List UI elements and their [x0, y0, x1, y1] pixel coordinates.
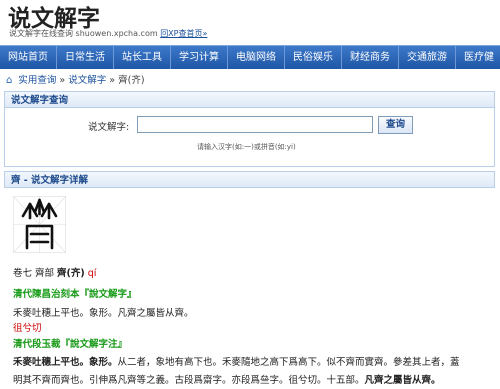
- main-nav: 网站首页 日常生活 站长工具 学习计算 电脑网络 民俗娱乐 财经商务 交通旅游 …: [0, 45, 500, 69]
- fanqie: 徂兮切: [13, 323, 42, 334]
- site-tagline: 说文解字在线查询 shuowen.xpcha.com 回XP查首页»: [9, 28, 207, 39]
- section-title-chen: 清代陳昌治刻本『說文解字』: [13, 289, 137, 300]
- volume-radical: 卷七 齊部: [13, 268, 58, 279]
- breadcrumb-root-link[interactable]: 实用查询: [18, 75, 56, 86]
- section-title-duan: 清代段玉裁『說文解字注』: [13, 339, 128, 350]
- tagline-text: 说文解字在线查询: [9, 29, 73, 38]
- nav-item-computer-network[interactable]: 电脑网络: [228, 46, 285, 69]
- search-label: 说文解字:: [88, 122, 130, 133]
- nav-item-daily-life[interactable]: 日常生活: [57, 46, 114, 69]
- tagline-url: shuowen.xpcha.com: [75, 29, 158, 38]
- detail-panel-title: 齊 - 说文解字详解: [4, 171, 495, 188]
- search-panel-title: 说文解字查询: [4, 91, 495, 108]
- breadcrumb-section-link[interactable]: 说文解字: [68, 75, 106, 86]
- character: 齊(齐): [57, 268, 85, 279]
- section-text-chen: 禾麥吐穗上平也。象形。凡齊之屬皆从齊。: [13, 308, 194, 319]
- breadcrumb-current: 齊(齐): [118, 75, 145, 86]
- nav-item-medical[interactable]: 医疗健: [456, 46, 500, 69]
- nav-item-home[interactable]: 网站首页: [0, 46, 57, 69]
- nav-item-traffic-travel[interactable]: 交通旅游: [399, 46, 456, 69]
- seal-script-image: [12, 195, 67, 254]
- back-home-link[interactable]: 回XP查首页»: [160, 29, 207, 38]
- breadcrumb: ⌂ 实用查询 » 说文解字 » 齊(齐): [6, 72, 145, 86]
- body-text: 明其不齊而齊也。引伸爲凡齊等之義。古段爲齋字。亦段爲亝字。徂兮切。十五部。: [13, 375, 365, 386]
- section-text-duan-line2: 明其不齊而齊也。引伸爲凡齊等之義。古段爲齋字。亦段爲亝字。徂兮切。十五部。凡齊之…: [13, 372, 441, 386]
- body-text: 从二者，象地有高下也。禾麥隨地之高下爲高下。似不齊而實齊。參差其上者，蓋: [117, 357, 460, 368]
- nav-item-webmaster-tools[interactable]: 站长工具: [114, 46, 171, 69]
- pinyin: qí: [84, 268, 97, 279]
- search-input[interactable]: [137, 116, 373, 133]
- emphasis-text: 凡齊之屬皆从齊。: [364, 375, 441, 386]
- section-text-duan-line1: 禾麥吐穗上平也。象形。从二者，象地有高下也。禾麥隨地之高下爲高下。似不齊而實齊。…: [13, 354, 460, 368]
- breadcrumb-separator: »: [56, 75, 69, 86]
- nav-item-study-calc[interactable]: 学习计算: [171, 46, 228, 69]
- breadcrumb-separator: »: [106, 75, 119, 86]
- search-hint: 请输入汉字(如:一)或拼音(如:yi): [197, 143, 296, 151]
- home-icon[interactable]: ⌂: [6, 75, 12, 86]
- nav-item-folk-entertainment[interactable]: 民俗娱乐: [285, 46, 342, 69]
- nav-item-finance-business[interactable]: 财经商务: [342, 46, 399, 69]
- search-button[interactable]: 查询: [378, 116, 413, 134]
- character-info: 卷七 齊部 齊(齐) qí: [13, 265, 96, 279]
- emphasis-text: 禾麥吐穗上平也。象形。: [13, 357, 118, 368]
